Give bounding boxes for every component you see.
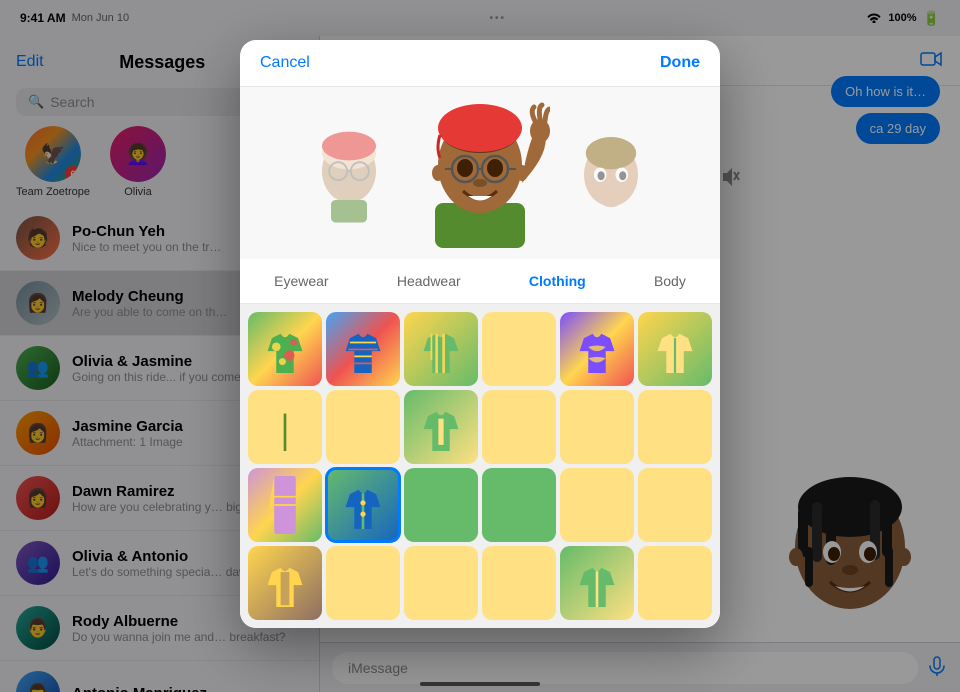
clothing-item-7[interactable] [248, 390, 322, 464]
clothing-item-16[interactable] [482, 468, 556, 542]
memoji-preview-left [304, 118, 394, 228]
clothing-item-4[interactable] [482, 312, 556, 386]
clothing-item-23[interactable] [560, 546, 634, 620]
memoji-preview-area [240, 87, 720, 259]
clothing-item-17[interactable] [560, 468, 634, 542]
cancel-button[interactable]: Cancel [260, 54, 310, 72]
memoji-editor-modal: Cancel Done [240, 40, 720, 628]
clothing-item-13[interactable] [248, 468, 322, 542]
clothing-item-8[interactable] [326, 390, 400, 464]
tab-headwear[interactable]: Headwear [385, 269, 473, 293]
tab-eyewear[interactable]: Eyewear [262, 269, 340, 293]
clothing-item-18[interactable] [638, 468, 712, 542]
clothing-item-19[interactable] [248, 546, 322, 620]
tab-clothing[interactable]: Clothing [517, 269, 598, 293]
memoji-preview-main [410, 103, 550, 243]
clothing-item-10[interactable] [482, 390, 556, 464]
modal-header: Cancel Done [240, 40, 720, 87]
clothing-item-24[interactable] [638, 546, 712, 620]
clothing-item-3[interactable] [404, 312, 478, 386]
done-button[interactable]: Done [660, 54, 700, 72]
clothing-item-15[interactable] [404, 468, 478, 542]
modal-overlay: Cancel Done [0, 0, 960, 692]
clothing-item-14[interactable] [326, 468, 400, 542]
ipad-screen: 9:41 AM Mon Jun 10 ••• 100% 🔋 Edit Messa… [0, 0, 960, 692]
clothing-grid [240, 304, 720, 628]
clothing-item-1[interactable] [248, 312, 322, 386]
clothing-item-2[interactable] [326, 312, 400, 386]
clothing-item-12[interactable] [638, 390, 712, 464]
home-indicator [420, 682, 540, 686]
memoji-preview-right [566, 118, 656, 228]
clothing-item-20[interactable] [326, 546, 400, 620]
clothing-item-11[interactable] [560, 390, 634, 464]
clothing-item-22[interactable] [482, 546, 556, 620]
clothing-item-6[interactable] [638, 312, 712, 386]
clothing-item-5[interactable] [560, 312, 634, 386]
clothing-item-21[interactable] [404, 546, 478, 620]
tab-body[interactable]: Body [642, 269, 698, 293]
tabs-row: Eyewear Headwear Clothing Body [240, 259, 720, 304]
clothing-item-9[interactable] [404, 390, 478, 464]
